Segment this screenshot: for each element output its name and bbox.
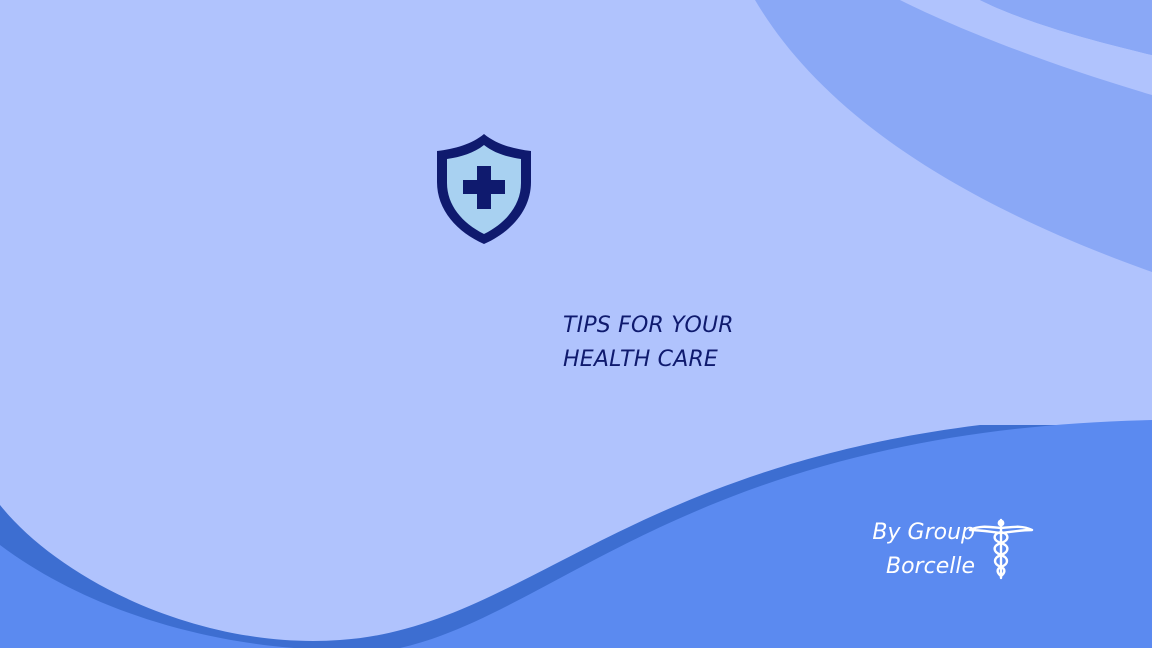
title-line-1: TIPS FOR YOUR bbox=[563, 313, 734, 338]
title-line-2: HEALTH CARE bbox=[563, 347, 719, 372]
caduceus-icon bbox=[968, 518, 1034, 580]
byline-line-1: By Group bbox=[872, 520, 975, 545]
page-title: TIPS FOR YOUR HEALTH CARE bbox=[563, 309, 883, 377]
shield-medical-cross-icon bbox=[437, 134, 531, 244]
author-byline: By Group Borcelle bbox=[845, 516, 975, 584]
byline-line-2: Borcelle bbox=[886, 554, 975, 579]
slide: TIPS FOR YOUR HEALTH CARE By Group Borce… bbox=[0, 0, 1152, 648]
